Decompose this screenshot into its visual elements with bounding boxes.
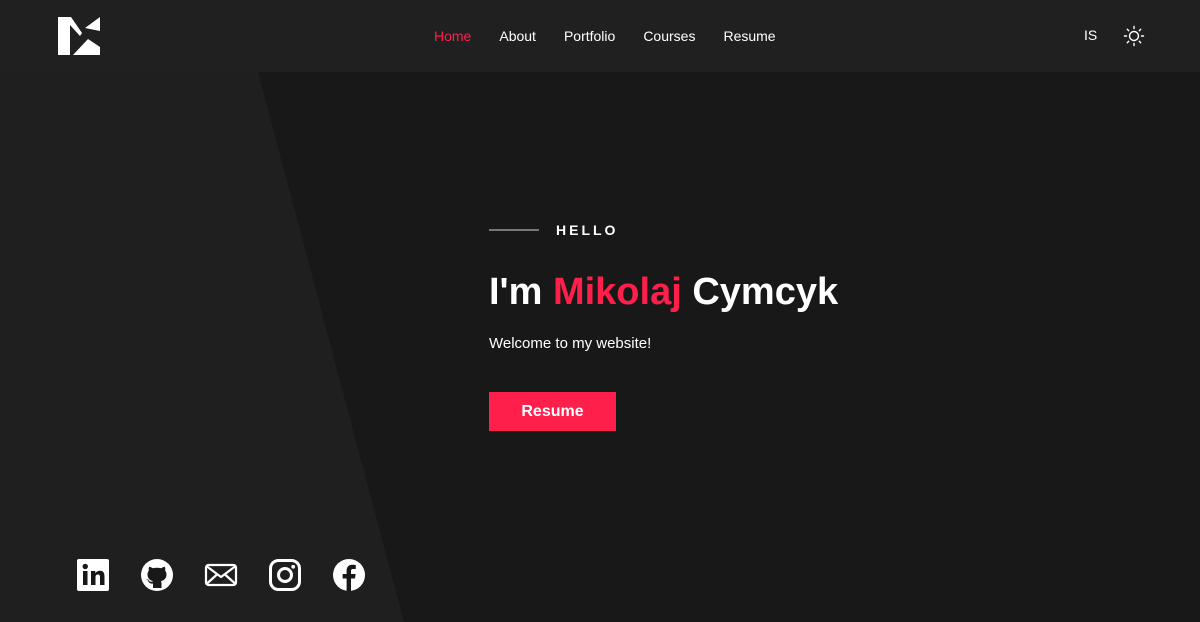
page: Home About Portfolio Courses Resume IS H… [0, 0, 1200, 622]
facebook-icon[interactable] [332, 558, 366, 592]
headline-name: Mikolaj [552, 271, 682, 313]
headline-suffix: Cymcyk [681, 271, 839, 313]
instagram-icon[interactable] [268, 558, 302, 592]
nav-home[interactable]: Home [434, 28, 471, 44]
main-navigation: Home About Portfolio Courses Resume [420, 0, 790, 72]
email-icon[interactable] [204, 558, 238, 592]
resume-button[interactable]: Resume [489, 392, 616, 431]
navbar: Home About Portfolio Courses Resume IS [0, 0, 1200, 72]
nav-courses[interactable]: Courses [643, 28, 695, 44]
hero-subtitle: Welcome to my website! [489, 335, 652, 352]
language-switch[interactable]: IS [1084, 27, 1097, 43]
hero-section: HELLO I'm Mikolaj Cymcyk Welcome to my w… [489, 218, 1089, 431]
nav-resume[interactable]: Resume [723, 28, 775, 44]
hero-headline: I'm Mikolaj Cymcyk [489, 270, 1089, 314]
greeting-row: HELLO [489, 218, 1089, 242]
mk-monogram-logo[interactable] [58, 17, 102, 55]
social-links [76, 558, 396, 592]
headline-prefix: I'm [489, 271, 553, 313]
github-icon[interactable] [140, 558, 174, 592]
linkedin-icon[interactable] [76, 558, 110, 592]
greeting-divider [489, 229, 539, 231]
nav-about[interactable]: About [499, 28, 536, 44]
nav-portfolio[interactable]: Portfolio [564, 28, 615, 44]
sun-icon[interactable] [1123, 25, 1145, 47]
greeting-text: HELLO [556, 222, 619, 238]
